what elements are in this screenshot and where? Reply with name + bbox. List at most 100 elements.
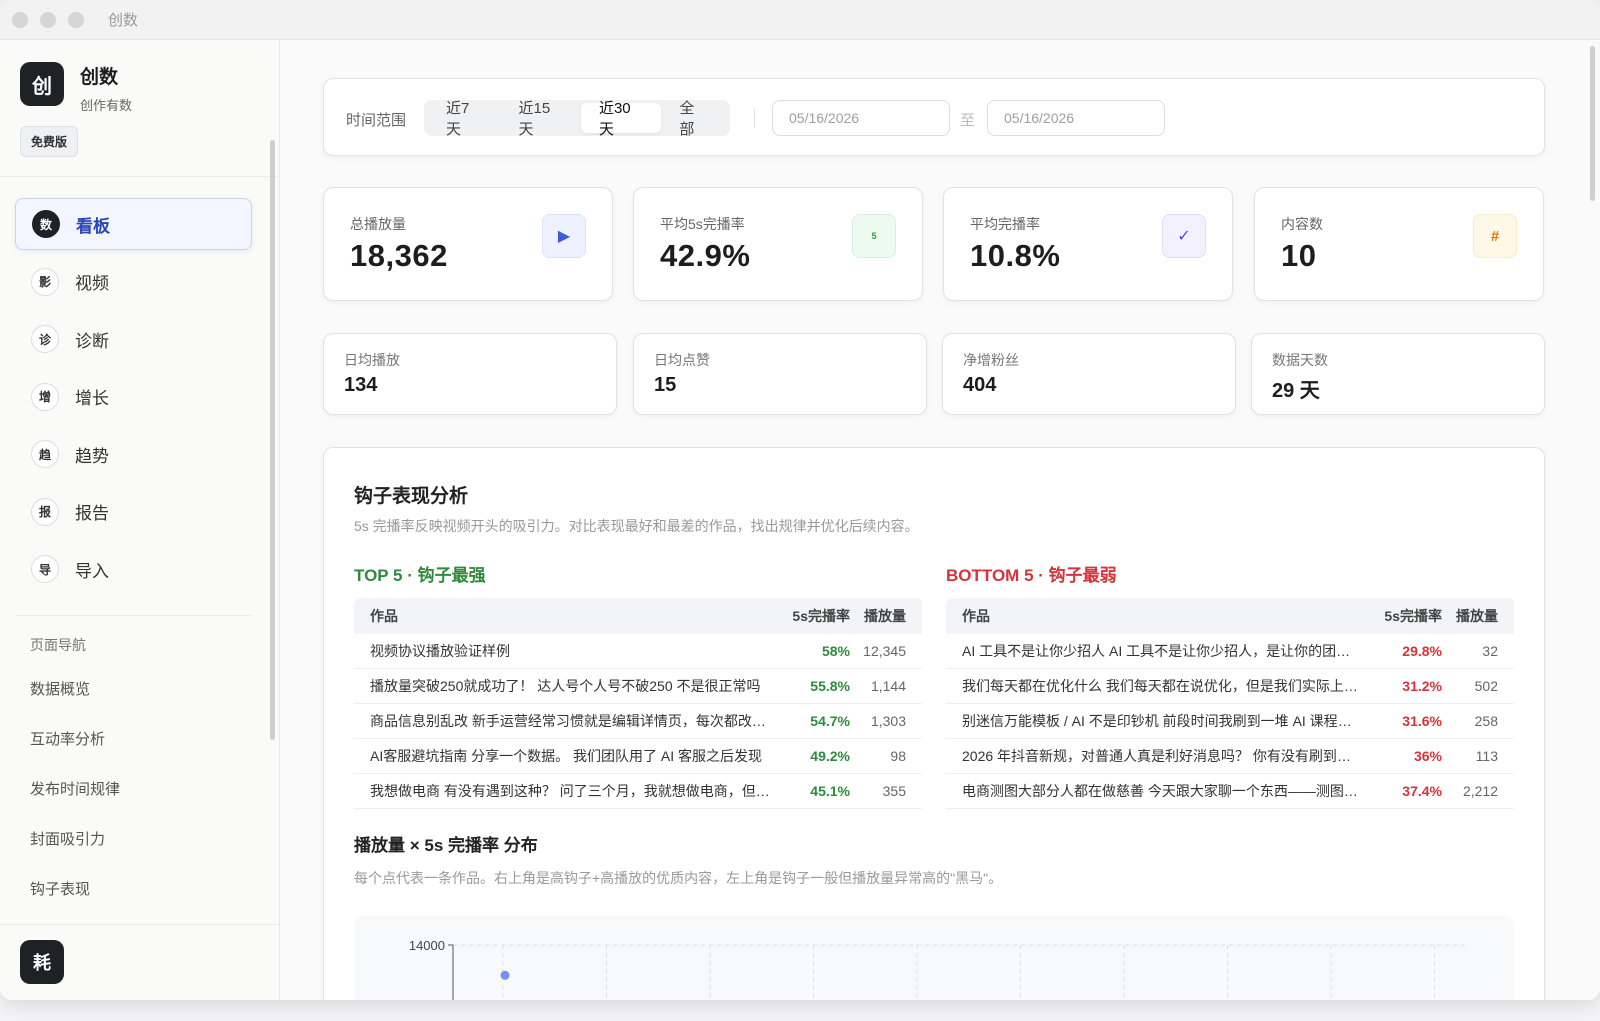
play-icon: ▶ [542,214,586,258]
table-row[interactable]: AI客服避坑指南 分享一个数据。 我们团队用了 AI 客服之后发现 49.2% … [354,739,922,774]
nav-item-import[interactable]: 导 导入 [15,543,252,595]
nav-item-growth[interactable]: 增 增长 [15,371,252,423]
rate-value: 31.2% [1402,678,1442,694]
stat-card-data-days: 数据天数 29 天 [1251,333,1545,415]
work-name: 2026 年抖音新规，对普通人真是利好消息吗？ 你有没有刷到过这种说法 [962,748,1372,764]
table-row[interactable]: AI 工具不是让你少招人 AI 工具不是让你少招人，是让你的团队更强 29.8%… [946,634,1514,669]
col-header-rate: 5s完播率 [1384,608,1442,624]
range-all-button[interactable]: 全部 [661,100,726,138]
brand: 创 创数 创作有数 [20,62,132,114]
kpi-card-content-count: 内容数 10 # [1254,187,1544,301]
brand-logo: 创 [20,62,64,106]
table-row[interactable]: 商品信息别乱改 新手运营经常习惯就是编辑详情页，每次都改来改去 54.7% 1,… [354,704,922,739]
scatter-chart-area: 14000 [354,916,1514,1000]
videos-icon: 影 [31,267,59,296]
nav-label: 增长 [75,389,109,408]
table-row[interactable]: 我想做电商 有没有遇到这种？ 问了三个月，我就想做电商，但是一直没有行动 45.… [354,774,922,809]
sidebar: 创 创数 创作有数 免费版 数 看板 影 视频 诊 诊断 增 增长 趋 趋势 报… [0,40,280,1000]
plays-value: 1,303 [870,713,906,729]
nav-item-diagnosis[interactable]: 诊 诊断 [15,313,252,365]
five-seconds-icon: 5 [852,214,896,258]
top5-table: 作品 5s完播率 播放量 视频协议播放验证样例 58% 12,345 播放量突破… [354,598,922,809]
kpi-label: 总播放量 [350,216,406,232]
work-name: 商品信息别乱改 新手运营经常习惯就是编辑详情页，每次都改来改去 [370,713,780,729]
table-header: 作品 5s完播率 播放量 [946,598,1514,634]
col-header-work: 作品 [962,608,990,624]
hash-icon: # [1473,214,1517,258]
page-nav-publish-time[interactable]: 发布时间规律 [30,778,120,799]
page-nav-engagement[interactable]: 互动率分析 [30,728,105,749]
stat-label: 日均播放 [344,352,400,368]
rate-value: 49.2% [810,748,850,764]
brand-subtitle: 创作有数 [80,98,133,113]
work-name: 我们每天都在优化什么 我们每天都在说优化，但是我们实际上在优化什么 [962,678,1372,694]
main-scrollbar[interactable] [1590,46,1595,201]
page-nav-cover[interactable]: 封面吸引力 [30,828,105,849]
plays-value: 355 [882,783,906,799]
kpi-card-avg-completion: 平均完播率 10.8% ✓ [943,187,1233,301]
scatter-title: 播放量 × 5s 完播率 分布 [354,836,538,855]
table-row[interactable]: 播放量突破250就成功了！ 达人号个人号不破250 不是很正常吗 55.8% 1… [354,669,922,704]
page-nav-hook[interactable]: 钩子表现 [30,878,90,899]
rate-value: 54.7% [810,713,850,729]
table-row[interactable]: 我们每天都在优化什么 我们每天都在说优化，但是我们实际上在优化什么 31.2% … [946,669,1514,704]
filter-divider [754,109,755,127]
brand-name: 创数 [80,67,119,88]
stat-value: 404 [963,374,997,396]
app-window: 创数 创 创数 创作有数 免费版 数 看板 影 视频 诊 诊断 增 增长 趋 趋… [0,0,1600,1000]
range-15d-button[interactable]: 近15天 [501,100,581,138]
section-title: 钩子表现分析 [354,486,469,507]
rate-value: 36% [1413,748,1442,764]
work-name: AI客服避坑指南 分享一个数据。 我们团队用了 AI 客服之后发现 [370,748,763,764]
trends-icon: 趋 [31,440,59,468]
scatter-description: 每个点代表一条作品。右上角是高钩子+高播放的优质内容，左上角是钩子一般但播放量异… [354,870,1003,886]
stat-value: 15 [654,374,677,396]
end-date-input[interactable]: 05/16/2026 [987,100,1165,136]
bottom-logo[interactable]: 耗 [20,940,64,984]
table-row[interactable]: 2026 年抖音新规，对普通人真是利好消息吗？ 你有没有刷到过这种说法 36% … [946,739,1514,774]
stat-value: 134 [344,374,378,396]
hook-analysis-section: 钩子表现分析 5s 完播率反映视频开头的吸引力。对比表现最好和最差的作品，找出规… [323,447,1545,1000]
col-header-plays: 播放量 [1456,608,1498,624]
col-header-plays: 播放量 [864,608,906,624]
dashboard-icon: 数 [32,210,60,238]
table-row[interactable]: 视频协议播放验证样例 58% 12,345 [354,634,922,669]
nav-item-reports[interactable]: 报 报告 [15,486,252,538]
nav-item-dashboard[interactable]: 数 看板 [15,198,252,250]
kpi-value: 18,362 [350,238,448,273]
range-30d-button[interactable]: 近30天 [580,100,662,138]
sidebar-scrollbar[interactable] [270,140,275,740]
plan-badge: 免费版 [20,126,79,157]
time-range-label: 时间范围 [346,112,407,129]
reports-icon: 报 [31,497,59,526]
maximize-window-button[interactable] [68,11,84,28]
nav-item-videos[interactable]: 影 视频 [15,256,252,308]
nav-item-trends[interactable]: 趋 趋势 [15,428,252,480]
col-header-work: 作品 [370,608,398,624]
work-name: 我想做电商 有没有遇到这种？ 问了三个月，我就想做电商，但是一直没有行动 [370,783,780,799]
table-row[interactable]: 电商测图大部分人都在做慈善 今天跟大家聊一个东西——测图这件事 37.4% 2,… [946,774,1514,809]
stat-label: 数据天数 [1272,352,1328,368]
kpi-value: 10 [1281,238,1317,273]
plays-value: 113 [1475,748,1498,764]
close-window-button[interactable] [12,11,28,28]
minimize-window-button[interactable] [40,11,56,28]
rate-value: 45.1% [810,783,850,799]
plays-value: 32 [1482,643,1498,659]
plays-value: 98 [890,748,906,764]
nav-label: 趋势 [75,446,109,466]
stat-value: 29 天 [1272,380,1320,402]
range-7d-button[interactable]: 近7天 [428,100,501,138]
check-icon: ✓ [1162,214,1206,258]
nav-label: 看板 [76,216,110,236]
data-point[interactable] [500,970,510,980]
table-row[interactable]: 别迷信万能模板 / AI 不是印钞机 前段时间我刷到一堆 AI 课程广告 31.… [946,704,1514,739]
page-nav-overview[interactable]: 数据概览 [30,678,90,699]
kpi-value: 10.8% [970,238,1061,273]
nav-label: 报告 [75,504,109,523]
plays-value: 1,144 [870,678,906,694]
start-date-input[interactable]: 05/16/2026 [772,100,950,136]
work-name: 播放量突破250就成功了！ 达人号个人号不破250 不是很正常吗 [370,678,761,694]
diagnosis-icon: 诊 [31,325,59,353]
work-name: 别迷信万能模板 / AI 不是印钞机 前段时间我刷到一堆 AI 课程广告 [962,713,1366,729]
